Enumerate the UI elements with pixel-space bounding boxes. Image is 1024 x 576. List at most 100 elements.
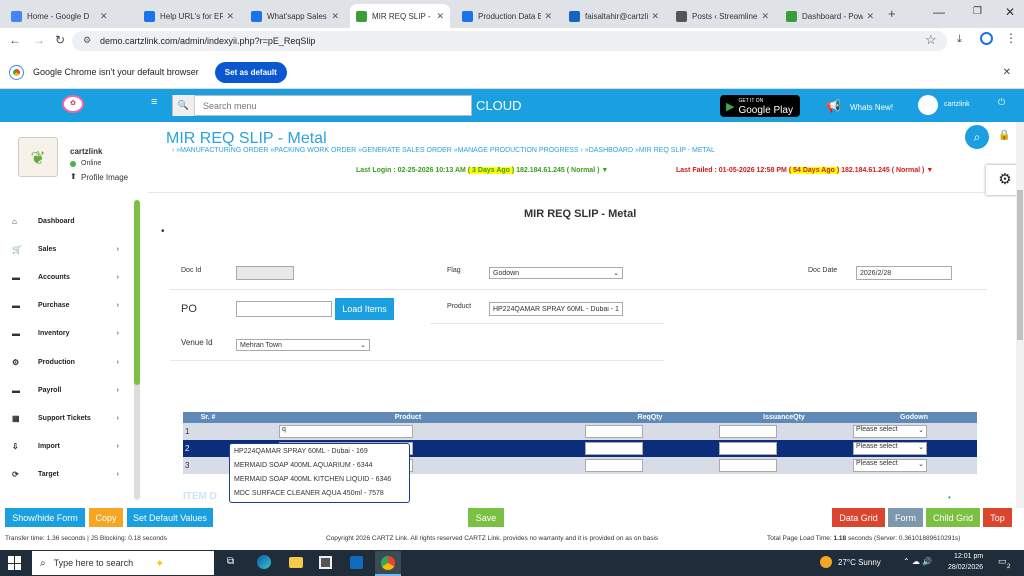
load-time-label: Total Page Load Time: <box>767 535 834 542</box>
browser-tab-5[interactable]: Production Data E ✕ <box>456 4 558 28</box>
autocomplete-option[interactable]: HP224QAMAR SPRAY 60ML - Dubai - 169 <box>230 446 409 460</box>
browser-tab-7[interactable]: Posts ‹ Streamline ✕ <box>670 4 775 28</box>
download-icon[interactable]: ⤓ <box>957 33 962 46</box>
browser-tab-8[interactable]: Dashboard - Powe ✕ <box>780 4 880 28</box>
sidebar-item-inventory[interactable]: ▬ Inventory › <box>0 320 141 348</box>
copy-button[interactable]: Copy <box>89 508 123 527</box>
sidebar-item-purchase[interactable]: ▬ Purchase › <box>0 292 141 320</box>
doc-date-field[interactable]: 2026/2/28 <box>856 266 952 280</box>
power-icon[interactable]: ⏻ <box>998 97 1005 108</box>
tab-close-icon[interactable]: ✕ <box>100 11 108 22</box>
whats-new-link[interactable]: Whats New! <box>850 103 893 112</box>
tab-title: Posts ‹ Streamline <box>692 11 758 21</box>
sidebar-item-target[interactable]: ⟳ Target › <box>0 461 141 489</box>
product-input[interactable]: q <box>279 425 413 438</box>
weather-text[interactable]: 27°C Sunny <box>838 558 881 567</box>
outlook-icon[interactable] <box>350 556 363 569</box>
sidebar-scroll-thumb[interactable] <box>134 200 140 385</box>
store-icon[interactable] <box>319 556 332 569</box>
url-bar[interactable]: demo.cartzlink.com/admin/indexyii.php?r=… <box>72 31 947 51</box>
issuanceqty-input[interactable] <box>719 425 777 438</box>
chrome-taskbar-icon[interactable] <box>375 551 401 576</box>
set-default-values-button[interactable]: Set Default Values <box>127 508 213 527</box>
po-field[interactable] <box>236 301 332 317</box>
search-menu-box[interactable]: 🔍 Search menu <box>172 95 472 116</box>
browser-tab-2[interactable]: Help URL's for ERP ✕ <box>138 4 240 28</box>
issuanceqty-input[interactable] <box>719 459 777 472</box>
autocomplete-option[interactable]: MDC SURFACE CLEANER AQUA 450ml - 7578 <box>230 488 409 502</box>
product-select[interactable]: HP224QAMAR SPRAY 60ML - Dubai - 1 <box>489 302 623 316</box>
data-grid-button[interactable]: Data Grid <box>832 508 885 527</box>
top-button[interactable]: Top <box>983 508 1012 527</box>
autocomplete-option[interactable]: MERMAID SOAP 400ML AQUARIUM - 6344 <box>230 460 409 474</box>
sidebar-item-payroll[interactable]: ▬ Payroll › <box>0 376 141 404</box>
last-login-ip: 182.184.61.245 ( Normal ) ▼ <box>514 167 609 174</box>
menu-dots-icon[interactable]: ⋮ <box>1005 31 1017 45</box>
search-fab-icon[interactable]: ⌕ <box>965 125 989 149</box>
new-tab-button[interactable]: + <box>888 6 896 21</box>
browser-tab-4[interactable]: MIR REQ SLIP - M ✕ <box>350 4 450 28</box>
tab-close-icon[interactable]: ✕ <box>226 11 234 22</box>
profile-icon[interactable] <box>980 32 993 45</box>
restore-button[interactable]: ❐ <box>973 6 982 17</box>
set-default-button[interactable]: Set as default <box>214 61 287 83</box>
reqqty-input[interactable] <box>585 425 643 438</box>
profile-image-link[interactable]: Profile Image <box>81 173 128 182</box>
venue-select[interactable]: Mehran Town ⌄ <box>236 339 370 351</box>
godown-select[interactable]: Please select ⌄ <box>853 442 927 455</box>
hamburger-icon[interactable]: ≡ <box>151 96 157 108</box>
child-grid-button[interactable]: Child Grid <box>926 508 980 527</box>
chevron-right-icon: › <box>116 358 119 366</box>
back-icon[interactable]: ← <box>9 33 21 47</box>
tab-close-icon[interactable]: ✕ <box>331 11 339 22</box>
last-login-text: Last Login : 02-25-2026 10:13 AM <box>356 167 468 174</box>
tab-close-icon[interactable]: ✕ <box>761 11 769 22</box>
site-info-icon[interactable]: ⚙ <box>83 35 91 46</box>
header-username[interactable]: cartzlink <box>944 101 970 108</box>
system-tray-icons[interactable]: ⌃ ☁ 🔊 <box>903 557 932 566</box>
sidebar-item-sales[interactable]: 🛒 Sales › <box>0 235 141 263</box>
tab-close-icon[interactable]: ✕ <box>651 11 659 22</box>
file-explorer-icon[interactable] <box>289 557 303 568</box>
clock-time[interactable]: 12:01 pm <box>954 553 983 560</box>
sidebar-item-dashboard[interactable]: ⌂ Dashboard <box>0 207 141 235</box>
windows-start-icon[interactable] <box>8 556 22 570</box>
show-hide-form-button[interactable]: Show/hide Form <box>5 508 85 527</box>
tab-close-icon[interactable]: ✕ <box>436 11 444 22</box>
sidebar-item-production[interactable]: ⚙ Production › <box>0 348 141 376</box>
sidebar-item-label: Support Tickets <box>38 414 91 422</box>
browser-tab-1[interactable]: Home - Google D ✕ <box>5 4 133 28</box>
edge-icon[interactable] <box>257 555 271 569</box>
issuanceqty-input[interactable] <box>719 442 777 455</box>
form-button[interactable]: Form <box>888 508 923 527</box>
autocomplete-option[interactable]: MERMAID SOAP 400ML KITCHEN LIQUID - 6346 <box>230 474 409 488</box>
sidebar-item-accounts[interactable]: ▬ Accounts › <box>0 263 141 291</box>
google-play-badge[interactable]: ▶ GET IT ON Google Play <box>720 95 800 117</box>
close-window-button[interactable]: ✕ <box>1005 5 1015 19</box>
reqqty-input[interactable] <box>585 459 643 472</box>
sidebar-item-support-tickets[interactable]: ▦ Support Tickets › <box>0 404 141 432</box>
browser-tab-3[interactable]: What'sapp Sales M✕ <box>245 4 345 28</box>
user-avatar[interactable] <box>918 95 938 115</box>
reqqty-input[interactable] <box>585 442 643 455</box>
load-items-button[interactable]: Load Items <box>335 298 394 320</box>
reload-icon[interactable]: ↻ <box>55 33 65 47</box>
clock-date[interactable]: 28/02/2026 <box>948 564 983 571</box>
save-button[interactable]: Save <box>468 508 504 527</box>
taskbar-search-box[interactable]: ⌕ Type here to search ✦ <box>32 551 214 575</box>
bookmark-star-icon[interactable]: ☆ <box>925 32 937 48</box>
browser-tab-6[interactable]: faisaltahir@cartzli ✕ <box>563 4 665 28</box>
tab-close-icon[interactable]: ✕ <box>866 11 874 22</box>
minimize-button[interactable]: — <box>933 5 945 19</box>
lock-icon[interactable]: 🔒 <box>998 130 1010 141</box>
banner-close-icon[interactable]: ✕ <box>1003 67 1011 78</box>
sidebar-item-import[interactable]: ⇩ Import › <box>0 433 141 461</box>
right-scroll-thumb[interactable] <box>1017 190 1023 340</box>
godown-select[interactable]: Please select ⌄ <box>853 459 927 472</box>
task-view-icon[interactable]: ⧉ <box>227 556 234 567</box>
flag-select[interactable]: Godown ⌄ <box>489 267 623 279</box>
tab-close-icon[interactable]: ✕ <box>544 11 552 22</box>
breadcrumb[interactable]: › »MANUFACTURING ORDER »PACKING WORK ORD… <box>172 147 715 154</box>
godown-select[interactable]: Please select ⌄ <box>853 425 927 438</box>
forward-icon[interactable]: → <box>33 33 45 47</box>
